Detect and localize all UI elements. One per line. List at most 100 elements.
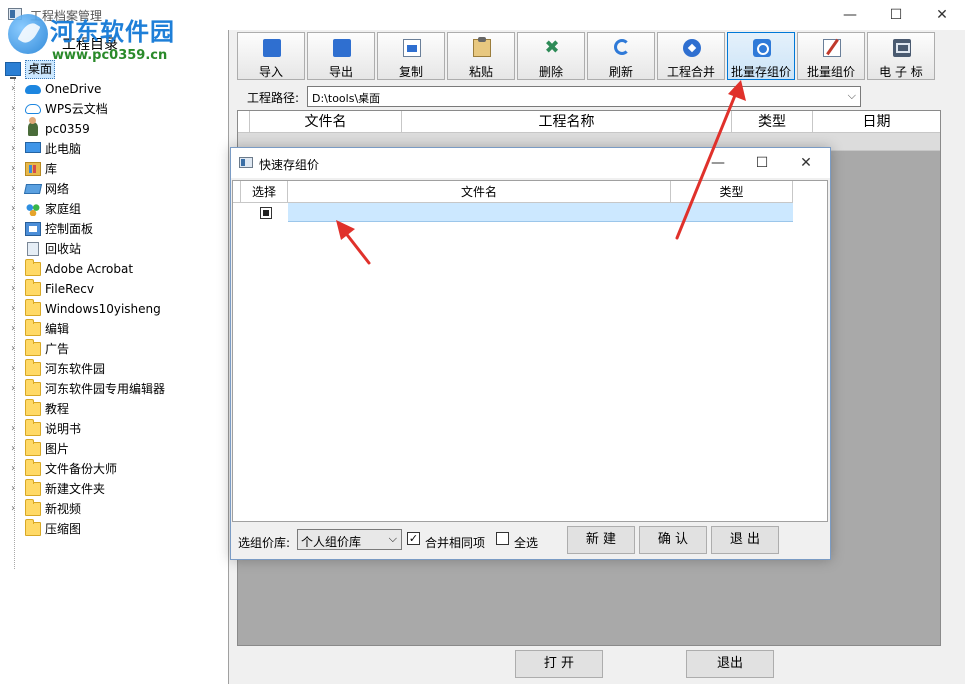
tree-item[interactable]: 回收站 (0, 239, 228, 259)
dialog-minimize-button[interactable]: — (696, 148, 740, 178)
chevron-right-icon[interactable]: › (7, 499, 19, 519)
minimize-button[interactable]: — (827, 0, 873, 30)
pricing-library-value: 个人组价库 (301, 535, 362, 549)
tree-item[interactable]: › 新视频 (0, 499, 228, 519)
tree-item[interactable]: › 河东软件园 (0, 359, 228, 379)
chevron-right-icon[interactable]: › (7, 419, 19, 439)
project-path-select[interactable]: D:\tools\桌面 ⌵ (307, 86, 861, 107)
folder-icon (25, 419, 41, 436)
chevron-right-icon[interactable]: › (7, 479, 19, 499)
tree-item[interactable]: 压缩图 (0, 519, 228, 539)
watermark-logo-icon (8, 14, 48, 54)
exit-button[interactable]: 退出 (686, 650, 774, 678)
chevron-right-icon[interactable]: › (7, 459, 19, 479)
tree-item-label: 压缩图 (45, 522, 82, 536)
toolbar-button[interactable]: 导入 (237, 32, 305, 80)
tree-item-label: 编辑 (45, 322, 70, 336)
tree-item[interactable]: › 家庭组 (0, 199, 228, 219)
toolbar-button[interactable]: 刷新 (587, 32, 655, 80)
tree-item-label: pc0359 (45, 122, 90, 136)
chevron-right-icon[interactable]: › (7, 159, 19, 179)
chevron-right-icon[interactable]: › (7, 79, 19, 99)
toolbar-button[interactable]: 工程合并 (657, 32, 725, 80)
tree-item-label: 家庭组 (45, 202, 82, 216)
chevron-right-icon[interactable]: › (7, 139, 19, 159)
dialog-maximize-button[interactable]: ☐ (740, 148, 784, 178)
pricing-library-select[interactable]: 个人组价库 ⌵ (297, 529, 402, 550)
control-panel-icon (25, 222, 41, 236)
tree-item[interactable]: › pc0359 (0, 117, 228, 139)
tree-item[interactable]: › WPS云文档 (0, 99, 228, 119)
tree-item[interactable]: › 控制面板 (0, 219, 228, 239)
tree-item-label: OneDrive (45, 82, 102, 96)
tree-item[interactable]: › 说明书 (0, 419, 228, 439)
chevron-right-icon[interactable]: › (7, 339, 19, 359)
column-header-type[interactable]: 类型 (732, 111, 813, 133)
merge-same-items-checkbox[interactable]: ✓ (407, 532, 420, 545)
tree-item[interactable]: › 库 (0, 159, 228, 179)
merge-same-items-label: 合并相同项 (425, 536, 486, 550)
toolbar-button[interactable]: 复制 (377, 32, 445, 80)
toolbar-button[interactable]: 批量组价 (797, 32, 865, 80)
chevron-right-icon[interactable]: › (7, 179, 19, 199)
chevron-right-icon[interactable]: › (7, 279, 19, 299)
pricing-library-label: 选组价库: (238, 536, 291, 550)
column-header-date[interactable]: 日期 (813, 111, 940, 133)
toolbar-button-label: 工程合并 (666, 65, 715, 79)
dialog-exit-button[interactable]: 退 出 (711, 526, 779, 554)
chevron-right-icon[interactable]: › (7, 119, 19, 139)
tree-item[interactable]: 教程 (0, 399, 228, 419)
tree-item[interactable]: › OneDrive (0, 79, 228, 99)
tree-item[interactable]: › 编辑 (0, 319, 228, 339)
maximize-button[interactable]: ☐ (873, 0, 919, 30)
chevron-right-icon[interactable]: › (7, 199, 19, 219)
tree-item[interactable]: › Windows10yisheng (0, 299, 228, 319)
dialog-close-button[interactable]: ✕ (784, 148, 828, 178)
chevron-right-icon[interactable]: › (7, 379, 19, 399)
select-all-checkbox[interactable] (496, 532, 509, 545)
column-header-filename[interactable]: 文件名 (288, 181, 671, 203)
toolbar-button[interactable]: 电 子 标 (867, 32, 935, 80)
chevron-right-icon[interactable]: › (7, 439, 19, 459)
toolbar-button-label: 刷新 (608, 65, 633, 79)
open-button[interactable]: 打 开 (515, 650, 603, 678)
column-header-filename[interactable]: 文件名 (250, 111, 402, 133)
chevron-right-icon[interactable]: › (7, 299, 19, 319)
homegroup-icon (25, 202, 41, 216)
column-header-type[interactable]: 类型 (671, 181, 793, 203)
tree-item[interactable]: › 河东软件园专用编辑器 (0, 379, 228, 399)
dialog-titlebar: 快速存组价 — ☐ ✕ (231, 148, 830, 178)
tree-item[interactable]: › 图片 (0, 439, 228, 459)
row-select-checkbox[interactable] (260, 207, 272, 219)
toolbar-button[interactable]: ✖ 删除 (517, 32, 585, 80)
row-header-cell (233, 181, 241, 203)
watermark-logo: 河东软件园 www.pc0359.cn (8, 12, 208, 68)
export-icon (333, 39, 351, 57)
close-button[interactable]: ✕ (919, 0, 965, 30)
toolbar-button[interactable]: 导出 (307, 32, 375, 80)
confirm-button[interactable]: 确 认 (639, 526, 707, 554)
tree-item[interactable]: › 此电脑 (0, 139, 228, 159)
chevron-right-icon[interactable]: › (7, 359, 19, 379)
tree-item[interactable]: › 网络 (0, 179, 228, 199)
toolbar-button[interactable]: 粘贴 (447, 32, 515, 80)
chevron-right-icon[interactable]: › (7, 99, 19, 119)
toolbar-button[interactable]: 批量存组价 (727, 32, 795, 80)
tree-item[interactable]: › 文件备份大师 (0, 459, 228, 479)
folder-icon (25, 519, 41, 536)
tree-item[interactable]: › 新建文件夹 (0, 479, 228, 499)
selected-row-cells[interactable] (288, 203, 793, 222)
chevron-right-icon[interactable]: › (7, 259, 19, 279)
chevron-right-icon[interactable]: › (7, 219, 19, 239)
tree-item-label: 新建文件夹 (45, 482, 106, 496)
new-button[interactable]: 新 建 (567, 526, 635, 554)
project-path-label: 工程路径: (247, 91, 300, 105)
watermark-name: 河东软件园 (50, 17, 175, 46)
tree-item[interactable]: › FileRecv (0, 279, 228, 299)
column-header-select[interactable]: 选择 (241, 181, 288, 203)
tree-item[interactable]: › 广告 (0, 339, 228, 359)
chevron-right-icon[interactable]: › (7, 319, 19, 339)
tree-item[interactable]: › Adobe Acrobat (0, 259, 228, 279)
column-header-project-name[interactable]: 工程名称 (402, 111, 732, 133)
table-row[interactable] (233, 203, 793, 222)
